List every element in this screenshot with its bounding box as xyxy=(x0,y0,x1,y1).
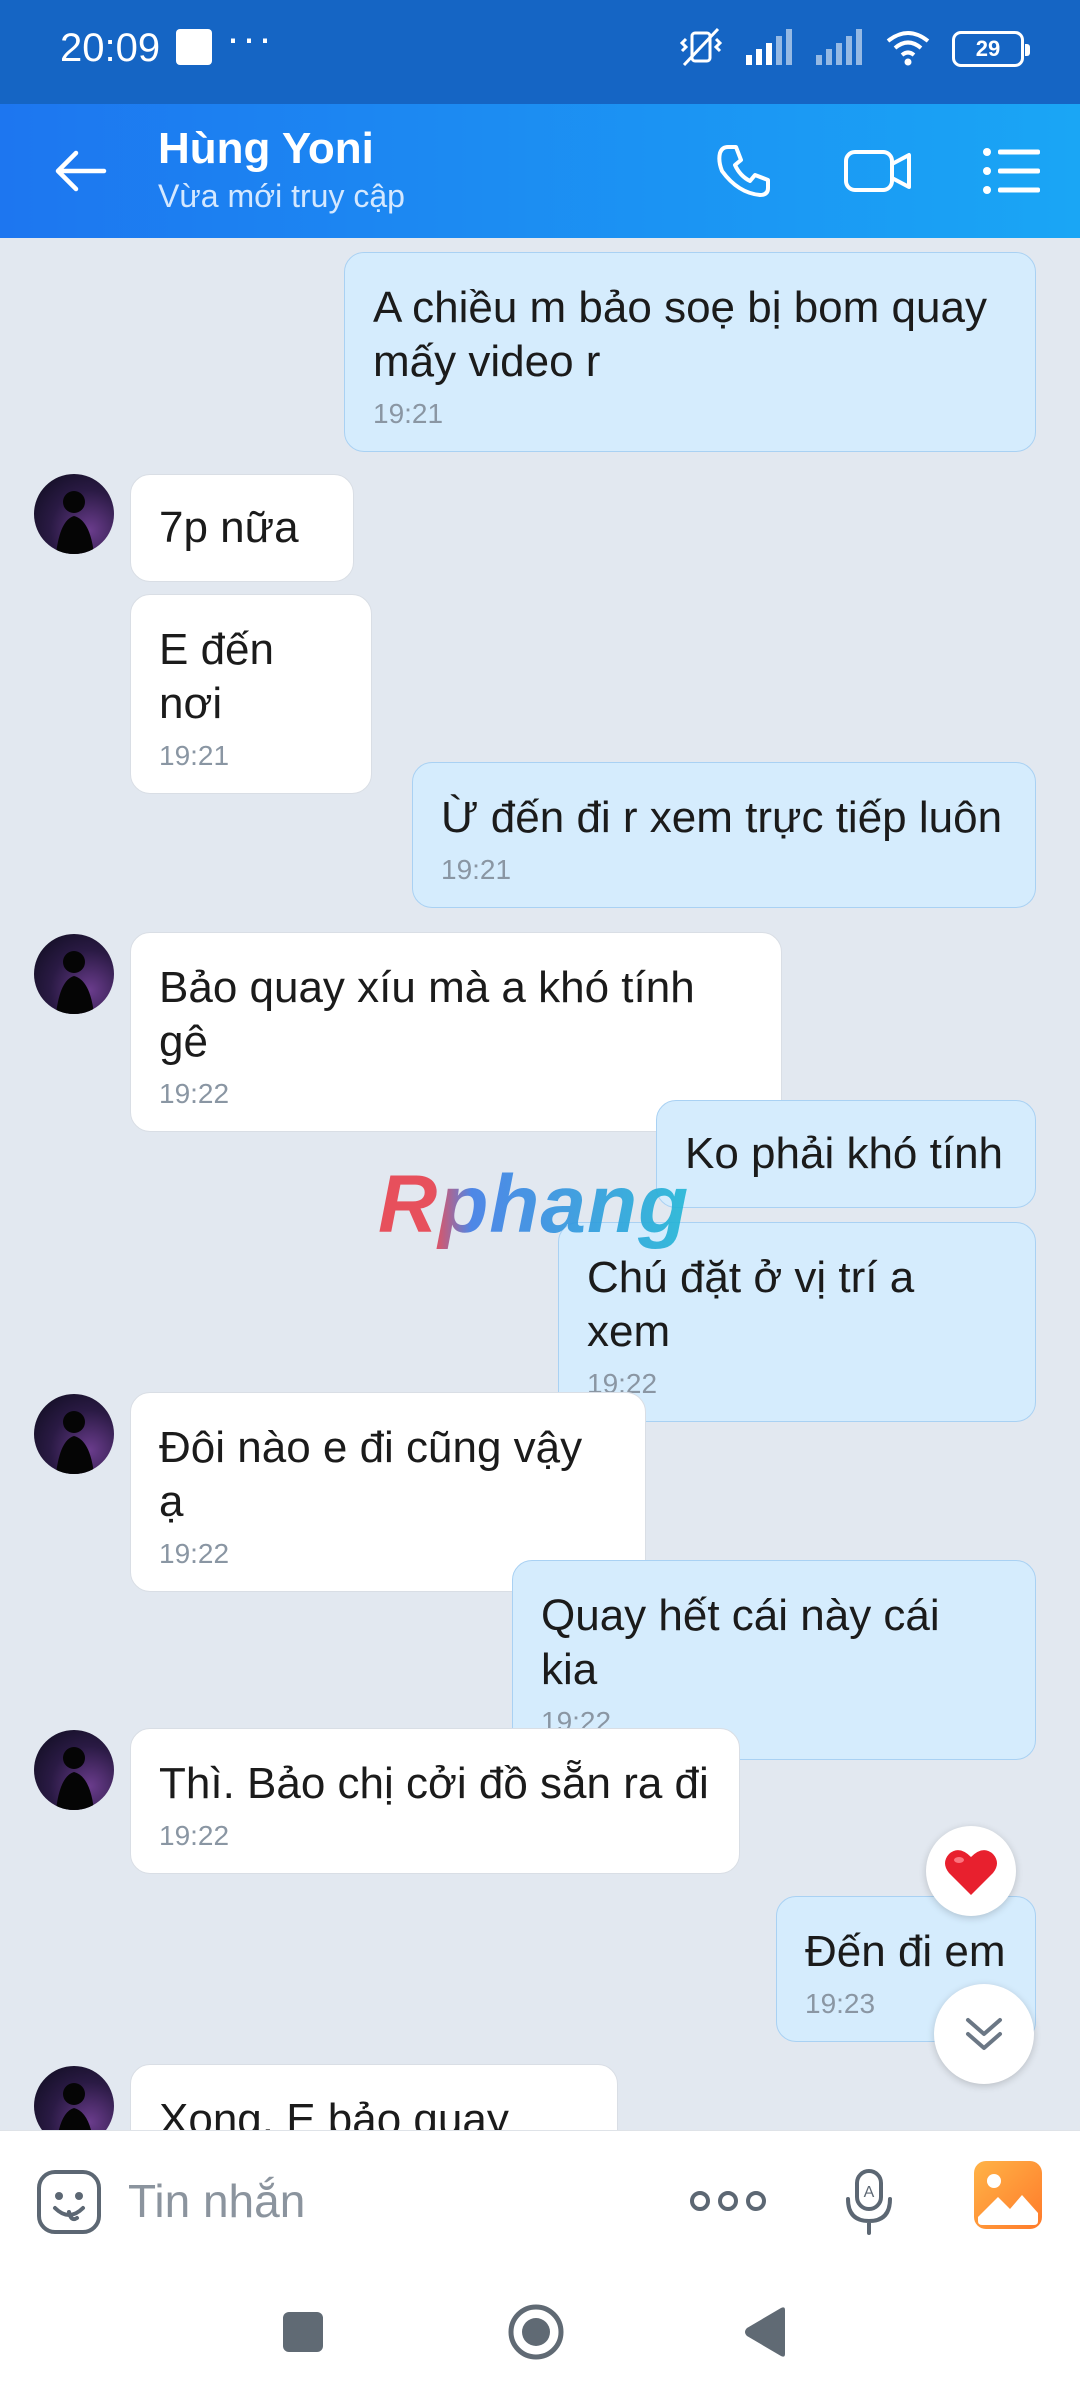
avatar-silhouette-icon xyxy=(56,951,94,1014)
message-input-bar: A xyxy=(0,2130,1080,2268)
message-bubble[interactable]: Thì. Bảo chị cởi đồ sẵn ra đi 19:22 xyxy=(130,1728,740,1874)
square-icon xyxy=(283,2312,323,2352)
svg-text:A: A xyxy=(864,2184,875,2201)
system-back-button[interactable] xyxy=(726,2292,806,2372)
message-text: Chú đặt ở vị trí a xem xyxy=(587,1253,915,1356)
contact-name[interactable]: Hùng Yoni xyxy=(158,124,374,174)
voice-message-button[interactable]: A xyxy=(834,2161,904,2241)
message-bubble[interactable]: 7p nữa xyxy=(130,474,354,582)
message-text: Thì. Bảo chị cởi đồ sẵn ra đi xyxy=(159,1759,709,1808)
message-text: 7p nữa xyxy=(159,503,299,552)
message-list[interactable]: A chiều m bảo soẹ bị bom quay mấy video … xyxy=(0,238,1080,2130)
reaction-button[interactable] xyxy=(926,1826,1016,1916)
list-menu-icon xyxy=(983,148,1040,194)
image-gallery-icon xyxy=(974,2161,1042,2229)
system-nav-bar xyxy=(0,2268,1080,2400)
arrow-left-icon xyxy=(55,150,107,192)
phone-icon xyxy=(717,145,770,197)
message-text: Ko phải khó tính xyxy=(685,1129,1004,1178)
ellipsis-icon xyxy=(690,2191,766,2211)
circle-home-icon xyxy=(508,2304,564,2360)
microphone-icon: A xyxy=(846,2169,892,2235)
video-camera-icon xyxy=(844,150,911,192)
avatar-silhouette-icon xyxy=(56,1747,94,1810)
message-time: 19:21 xyxy=(159,740,230,771)
message-bubble[interactable]: E đến nơi 19:21 xyxy=(130,594,372,794)
scroll-to-bottom-button[interactable] xyxy=(934,1984,1034,2084)
double-chevron-down-icon xyxy=(966,2018,1002,2050)
smiley-sticker-icon xyxy=(37,2170,101,2234)
menu-button[interactable] xyxy=(972,134,1052,208)
message-time: 19:21 xyxy=(373,398,444,429)
message-text: Ừ đến đi r xem trực tiếp luôn xyxy=(441,793,1003,842)
message-bubble[interactable]: Ko phải khó tính xyxy=(656,1100,1036,1208)
recent-apps-button[interactable] xyxy=(263,2292,343,2372)
battery-indicator: 29 xyxy=(952,31,1030,67)
message-input[interactable] xyxy=(128,2161,648,2241)
avatar[interactable] xyxy=(34,1394,114,1474)
avatar-silhouette-icon xyxy=(56,491,94,554)
heart-icon xyxy=(945,1850,997,1895)
avatar-silhouette-icon xyxy=(56,1411,94,1474)
message-text: Quay hết cái này cái kia xyxy=(541,1591,940,1694)
contact-status: Vừa mới truy cập xyxy=(158,178,405,214)
status-icons: 29 xyxy=(678,22,1030,76)
avatar[interactable] xyxy=(34,934,114,1014)
avatar[interactable] xyxy=(34,2066,114,2130)
signal-icon xyxy=(744,27,794,72)
avatar-silhouette-icon xyxy=(58,2083,91,2130)
chat-header: Hùng Yoni Vừa mới truy cập xyxy=(0,104,1080,238)
message-text: Đôi nào e đi cũng vậy ạ xyxy=(159,1423,583,1526)
status-time: 20:09 xyxy=(60,26,161,70)
avatar[interactable] xyxy=(34,474,114,554)
wifi-icon xyxy=(884,27,932,72)
vibrate-mute-icon xyxy=(678,25,724,74)
message-text: Bảo quay xíu mà a khó tính gê xyxy=(159,963,695,1066)
message-text: Xong. E bảo quay qua xyxy=(159,2095,509,2130)
message-text: A chiều m bảo soẹ bị bom quay mấy video … xyxy=(373,283,987,386)
gallery-button[interactable] xyxy=(972,2159,1044,2231)
message-bubble[interactable]: Xong. E bảo quay qua xyxy=(130,2064,618,2130)
message-bubble[interactable]: A chiều m bảo soẹ bị bom quay mấy video … xyxy=(344,252,1036,452)
back-button[interactable] xyxy=(40,136,120,206)
message-bubble[interactable]: Ừ đến đi r xem trực tiếp luôn 19:21 xyxy=(412,762,1036,908)
notification-icon xyxy=(176,29,212,65)
status-bar: 20:09 ··· 29 xyxy=(0,0,1080,104)
more-notifications-icon: ··· xyxy=(226,14,274,61)
more-options-button[interactable] xyxy=(680,2165,776,2237)
home-button[interactable] xyxy=(496,2292,576,2372)
call-button[interactable] xyxy=(704,134,784,208)
message-text: E đến nơi xyxy=(159,625,274,728)
video-call-button[interactable] xyxy=(838,134,918,208)
triangle-back-icon xyxy=(745,2307,785,2357)
message-time: 19:22 xyxy=(159,1820,230,1851)
message-time: 19:21 xyxy=(441,854,512,885)
message-text: Đến đi em xyxy=(805,1927,1006,1976)
message-time: 19:22 xyxy=(587,1368,658,1399)
sticker-button[interactable] xyxy=(30,2163,108,2241)
avatar[interactable] xyxy=(34,1730,114,1810)
watermark: Rphang xyxy=(378,1159,690,1250)
signal-icon-2 xyxy=(814,27,864,72)
